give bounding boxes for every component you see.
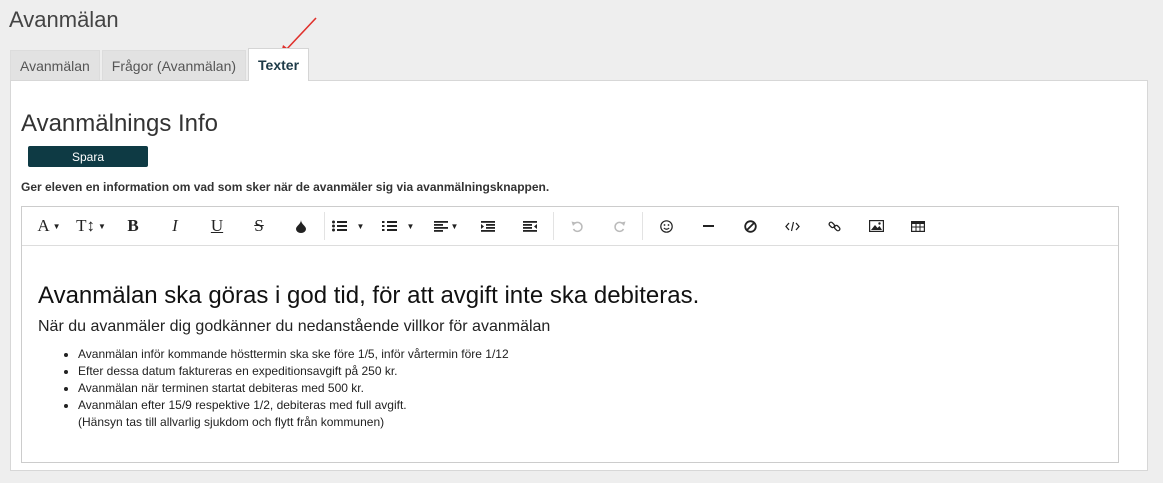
font-family-button[interactable]: A ▼: [28, 212, 70, 240]
underline-button[interactable]: U: [196, 212, 238, 240]
chevron-down-icon: ▼: [356, 221, 365, 231]
save-button[interactable]: Spara: [28, 146, 148, 167]
list-item: Avanmälan när terminen startat debiteras…: [78, 380, 1102, 397]
clear-format-button[interactable]: [729, 212, 771, 240]
font-family-icon: A: [37, 216, 50, 235]
numbered-list-button[interactable]: ▼: [377, 212, 419, 240]
chevron-down-icon: ▼: [450, 221, 459, 231]
tab-fragor-avanmalan[interactable]: Frågor (Avanmälan): [101, 50, 247, 80]
ban-icon: [743, 219, 757, 233]
content-intro: När du avanmäler dig godkänner du nedans…: [38, 318, 551, 335]
outdent-icon: [481, 220, 495, 232]
section-title: Avanmälnings Info: [21, 110, 219, 137]
conditions-list: Avanmälan inför kommande hösttermin ska …: [38, 346, 1102, 431]
numbered-list-icon: [381, 221, 397, 231]
toolbar-divider: [553, 212, 554, 240]
list-item: Avanmälan inför kommande hösttermin ska …: [78, 346, 1102, 363]
tab-bar: Avanmälan Frågor (Avanmälan) Texter: [10, 47, 311, 81]
toolbar-divider: [324, 212, 325, 240]
strikethrough-icon: S: [254, 216, 264, 235]
list-item-note: (Hänsyn tas till allvarlig sjukdom och f…: [78, 415, 385, 429]
minus-icon: [702, 225, 714, 227]
indent-icon: [523, 220, 537, 232]
italic-icon: I: [172, 216, 178, 235]
editor-content[interactable]: Avanmälan ska göras i god tid, för att a…: [22, 246, 1118, 431]
list-item: Avanmälan efter 15/9 respektive 1/2, deb…: [78, 397, 1102, 431]
redo-icon: [613, 221, 625, 232]
undo-icon: [571, 221, 583, 232]
tab-avanmalan[interactable]: Avanmälan: [10, 50, 100, 80]
undo-button[interactable]: [556, 212, 598, 240]
bullet-list-icon: [331, 220, 347, 232]
bold-button[interactable]: B: [112, 212, 154, 240]
list-item-text: Avanmälan efter 15/9 respektive 1/2, deb…: [78, 398, 407, 412]
list-item: Efter dessa datum faktureras en expediti…: [78, 363, 1102, 380]
code-view-button[interactable]: [771, 212, 813, 240]
strikethrough-button[interactable]: S: [238, 212, 280, 240]
text-color-button[interactable]: [280, 212, 322, 240]
font-size-button[interactable]: T↕ ▼: [70, 212, 112, 240]
align-left-icon: [433, 220, 448, 232]
chevron-down-icon: ▼: [97, 221, 106, 231]
code-icon: [784, 221, 800, 231]
italic-button[interactable]: I: [154, 212, 196, 240]
redo-button[interactable]: [598, 212, 640, 240]
smiley-icon: [659, 219, 673, 233]
editor-toolbar: A ▼ T↕ ▼ B I U S ▼ ▼ ▼: [22, 207, 1118, 246]
rich-text-editor: A ▼ T↕ ▼ B I U S ▼ ▼ ▼ Avanmälan ska gör…: [21, 206, 1119, 463]
align-button[interactable]: ▼: [425, 212, 467, 240]
bold-icon: B: [127, 216, 139, 235]
text-color-icon: [296, 219, 306, 233]
page-title: Avanmälan: [9, 7, 119, 32]
table-icon: [911, 220, 925, 232]
underline-icon: U: [210, 216, 224, 235]
indent-button[interactable]: [509, 212, 551, 240]
outdent-button[interactable]: [467, 212, 509, 240]
chevron-down-icon: ▼: [52, 221, 61, 231]
image-button[interactable]: [855, 212, 897, 240]
help-text: Ger eleven en information om vad som ske…: [21, 180, 550, 194]
content-heading: Avanmälan ska göras i god tid, för att a…: [38, 282, 700, 309]
font-size-icon: T↕: [76, 216, 95, 235]
link-icon: [827, 221, 841, 231]
emoji-button[interactable]: [645, 212, 687, 240]
tab-texter[interactable]: Texter: [248, 48, 310, 81]
image-icon: [868, 220, 884, 232]
table-button[interactable]: [897, 212, 939, 240]
toolbar-divider: [642, 212, 643, 240]
horizontal-rule-button[interactable]: [687, 212, 729, 240]
chevron-down-icon: ▼: [406, 221, 415, 231]
tab-panel: Avanmälnings Info Spara Ger eleven en in…: [10, 80, 1148, 471]
link-button[interactable]: [813, 212, 855, 240]
bullet-list-button[interactable]: ▼: [327, 212, 369, 240]
